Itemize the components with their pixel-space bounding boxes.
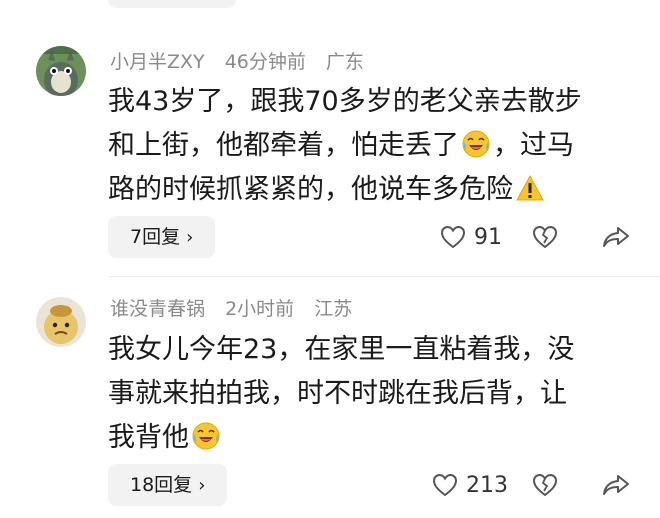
location: 广东	[325, 51, 364, 73]
avatar[interactable]	[36, 46, 86, 96]
reply-count-label: 18回复	[130, 474, 193, 496]
comment-line-with-emoji: 和上街，他都牵着，怕走丢了 ，过马	[108, 124, 628, 168]
comment-line: 我43岁了，跟我70多岁的老父亲去散步	[108, 86, 582, 117]
share-icon[interactable]	[602, 473, 630, 497]
comment-text: 我43岁了，跟我70多岁的老父亲去散步 和上街，他都牵着，怕走丢了 ，过马 路的时…	[108, 80, 628, 212]
comment-line: 事就来拍拍我，时不时跳在我后背，让	[108, 378, 567, 409]
comment-line-text: ，过马	[493, 130, 574, 161]
like-button[interactable]: 91	[440, 225, 508, 250]
comment-line-with-emoji: 我背他	[108, 416, 628, 460]
comment-line-text: 我背他	[108, 422, 189, 453]
like-count: 213	[466, 472, 508, 498]
comment-meta: 谁没青春锅 2小时前 江苏	[110, 297, 366, 321]
comment-line: 我女儿今年23，在家里一直粘着我，没	[108, 334, 575, 365]
chevron-right-icon: ›	[186, 227, 194, 248]
broken-heart-icon[interactable]	[532, 473, 558, 497]
like-count: 91	[474, 224, 502, 250]
comment-line-with-emoji: 路的时候抓紧紧的，他说车多危险	[108, 168, 628, 212]
comment-list: 小月半ZXY 46分钟前 广东 我43岁了，跟我70多岁的老父亲去散步 和上街，…	[0, 0, 660, 518]
comment-line-text: 和上街，他都牵着，怕走丢了	[108, 130, 459, 161]
comment-line-text: 路的时候抓紧紧的，他说车多危险	[108, 174, 513, 205]
username[interactable]: 小月半ZXY	[110, 51, 205, 73]
reply-count-label: 7回复	[130, 226, 181, 248]
previous-reply-button[interactable]	[108, 0, 236, 8]
comment-text: 我女儿今年23，在家里一直粘着我，没 事就来拍拍我，时不时跳在我后背，让 我背他	[108, 328, 628, 460]
share-icon[interactable]	[602, 225, 630, 249]
comment-actions: 91	[440, 216, 630, 258]
view-replies-button[interactable]: 7回复 ›	[108, 216, 216, 258]
heart-icon[interactable]	[432, 473, 458, 497]
view-replies-button[interactable]: 18回复 ›	[108, 464, 228, 506]
warning-emoji	[516, 174, 544, 201]
timestamp: 46分钟前	[224, 51, 306, 73]
laugh-cry-emoji	[462, 130, 490, 158]
timestamp: 2小时前	[225, 298, 295, 320]
divider	[108, 276, 660, 277]
avatar[interactable]	[36, 297, 86, 347]
location: 江苏	[314, 298, 353, 320]
laugh-cry-emoji	[192, 422, 220, 450]
comment-meta: 小月半ZXY 46分钟前 广东	[110, 50, 378, 74]
chevron-right-icon: ›	[198, 475, 206, 496]
broken-heart-icon[interactable]	[532, 225, 558, 249]
comment-actions: 213	[432, 464, 630, 506]
like-button[interactable]: 213	[432, 473, 508, 498]
heart-icon[interactable]	[440, 225, 466, 249]
username[interactable]: 谁没青春锅	[110, 298, 205, 320]
